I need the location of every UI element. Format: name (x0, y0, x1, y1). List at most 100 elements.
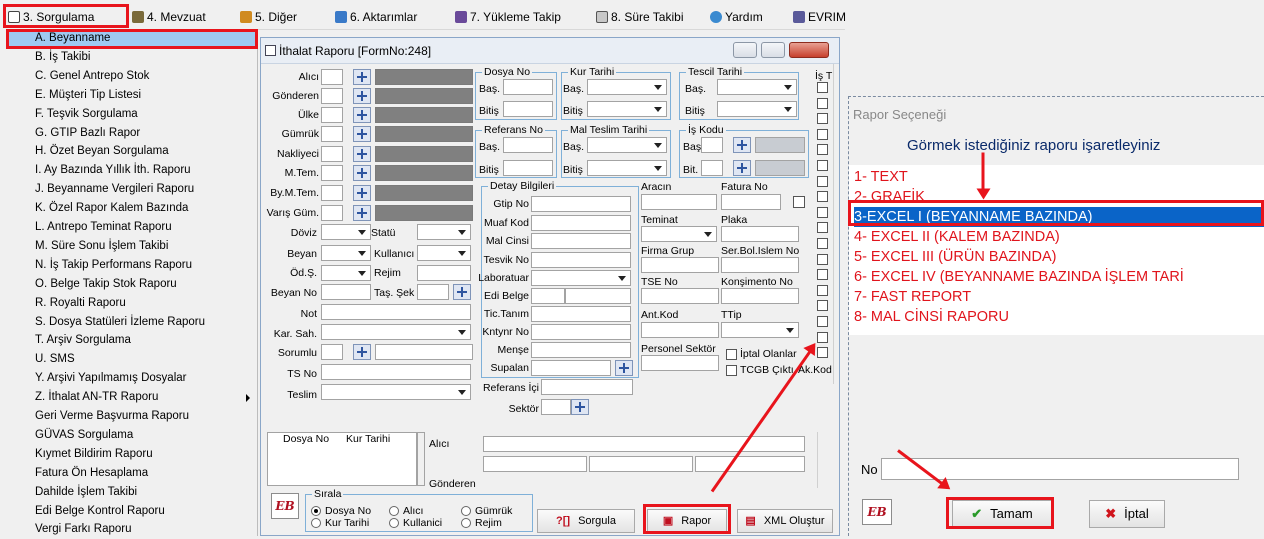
supalan-picker-icon[interactable] (615, 360, 633, 376)
kur-tarihi-bas-combo[interactable] (587, 79, 667, 95)
dropdown-item[interactable]: U. SMS (0, 350, 258, 369)
dropdown-item[interactable]: J. Beyanname Vergileri Raporu (0, 180, 258, 199)
dosya-no-bas-field[interactable] (503, 79, 553, 95)
tse-no-field[interactable] (641, 288, 719, 304)
dropdown-item[interactable]: A. Beyanname (8, 29, 258, 48)
report-option[interactable]: 1- TEXT (854, 167, 1264, 187)
tcgb-check[interactable] (726, 365, 737, 376)
sorgula-button[interactable]: ?[] Sorgula (537, 509, 635, 533)
is-t-check[interactable] (817, 300, 828, 312)
dropdown-item[interactable]: T. Arşiv Sorgulama (0, 331, 258, 350)
sort-radio[interactable] (461, 506, 471, 516)
lookup-code-field[interactable] (321, 88, 343, 104)
lookup-picker-icon[interactable] (353, 165, 371, 181)
dropdown-item[interactable]: Z. İthalat AN-TR Raporu (0, 388, 258, 407)
odsekli-combo[interactable] (321, 265, 371, 281)
lookup-code-field[interactable] (321, 126, 343, 142)
lookup-code-field[interactable] (321, 205, 343, 221)
lookup-code-field[interactable] (321, 165, 343, 181)
iptal-button[interactable]: ✖ İptal (1089, 500, 1165, 528)
lookup-code-field[interactable] (321, 185, 343, 201)
detay-field-0[interactable] (531, 196, 631, 212)
dropdown-item[interactable]: L. Antrepo Teminat Raporu (0, 218, 258, 237)
report-option[interactable]: 2- GRAFİK (854, 187, 1264, 207)
dropdown-item[interactable]: N. İş Takip Performans Raporu (0, 256, 258, 275)
detay-field-2[interactable] (531, 233, 631, 249)
edi-belge-field[interactable] (531, 288, 565, 304)
dropdown-item[interactable]: O. Belge Takip Stok Raporu (0, 275, 258, 294)
laboratuar-combo[interactable] (531, 270, 631, 286)
doviz-combo[interactable] (321, 224, 371, 240)
is-t-check[interactable] (817, 128, 828, 140)
referans-bitis-field[interactable] (503, 160, 553, 176)
beyan-combo[interactable] (321, 245, 371, 261)
aracin-field[interactable] (641, 194, 717, 210)
lookup-picker-icon[interactable] (353, 205, 371, 221)
lookup-picker-icon[interactable] (353, 107, 371, 123)
edi-belge-name-field[interactable] (565, 288, 631, 304)
detay-field-6[interactable] (531, 306, 631, 322)
is-t-check[interactable] (817, 316, 828, 327)
is-kodu-picker-icon[interactable] (733, 137, 751, 153)
dropdown-item[interactable]: I. Ay Bazında Yıllık İth. Raporu (0, 161, 258, 180)
is-t-check[interactable] (817, 191, 828, 203)
lookup-picker-icon[interactable] (353, 126, 371, 142)
tamam-button[interactable]: ✔ Tamam (952, 500, 1052, 528)
menu-sorgulama[interactable]: 3. Sorgulama (8, 9, 94, 25)
dropdown-item[interactable]: Geri Verme Başvurma Raporu (0, 407, 258, 426)
plaka-field[interactable] (721, 226, 799, 242)
dropdown-item[interactable]: R. Royalti Raporu (0, 294, 258, 313)
dropdown-item[interactable]: Vergi Farkı Raporu (0, 520, 258, 539)
is-t-check[interactable] (817, 160, 828, 171)
sort-radio[interactable] (461, 518, 471, 528)
detay-field-8[interactable] (531, 342, 631, 358)
is-t-check[interactable] (817, 238, 828, 249)
report-option[interactable]: 8- MAL CİNSİ RAPORU (854, 307, 1264, 327)
sorumlu-code-field[interactable] (321, 344, 343, 360)
tescil-bas-combo[interactable] (717, 79, 797, 95)
ser-bol-field[interactable] (721, 257, 799, 273)
report-option[interactable]: 5- EXCEL III (ÜRÜN BAZINDA) (854, 247, 1264, 267)
report-option[interactable]: 4- EXCEL II (KALEM BAZINDA) (854, 227, 1264, 247)
ant-kod-field[interactable] (641, 322, 719, 338)
xml-olustur-button[interactable]: ▤ XML Oluştur (737, 509, 833, 533)
fatura-check[interactable] (793, 196, 805, 208)
sort-radio[interactable] (389, 506, 399, 516)
dropdown-item[interactable]: M. Süre Sonu İşlem Takibi (0, 237, 258, 256)
menu-sure-takibi[interactable]: 8. Süre Takibi (596, 9, 684, 25)
sort-radio[interactable] (389, 518, 399, 528)
is-t-check[interactable] (817, 113, 828, 125)
sektor-picker-icon[interactable] (571, 399, 589, 415)
is-t-check[interactable] (817, 175, 828, 187)
report-option[interactable]: 3-EXCEL I (BEYANNAME BAZINDA) (854, 207, 1264, 227)
beyan-no-field[interactable] (321, 284, 371, 300)
is-t-check[interactable] (817, 269, 828, 281)
is-t-check[interactable] (817, 82, 828, 93)
sektor-field[interactable] (541, 399, 571, 415)
grid-vscroll[interactable] (817, 432, 831, 488)
mal-teslim-bas-combo[interactable] (587, 137, 667, 153)
dropdown-item[interactable]: Edi Belge Kontrol Raporu (0, 502, 258, 521)
ttip-combo[interactable] (721, 322, 799, 338)
mal-teslim-bitis-combo[interactable] (587, 160, 667, 176)
is-t-check[interactable] (817, 144, 828, 156)
teminat-combo[interactable] (641, 226, 717, 242)
tescil-bitis-combo[interactable] (717, 101, 797, 117)
lookup-picker-icon[interactable] (353, 185, 371, 201)
menu-diger[interactable]: 5. Diğer (240, 9, 297, 25)
menu-yukleme-takip[interactable]: 7. Yükleme Takip (455, 9, 561, 25)
sort-radio[interactable] (311, 518, 321, 528)
rapor-button[interactable]: ▣ Rapor (647, 509, 727, 533)
detay-field-7[interactable] (531, 324, 631, 340)
sort-radio[interactable] (311, 506, 321, 516)
lookup-picker-icon[interactable] (353, 69, 371, 85)
lookup-picker-icon[interactable] (353, 88, 371, 104)
dropdown-item[interactable]: Y. Arşivi Yapılmamış Dosyalar (0, 369, 258, 388)
sorumlu-picker-icon[interactable] (353, 344, 371, 360)
dropdown-item[interactable]: E. Müşteri Tip Listesi (0, 86, 258, 105)
dosya-no-bitis-field[interactable] (503, 101, 553, 117)
report-option[interactable]: 6- EXCEL IV (BEYANNAME BAZINDA İŞLEM TAR… (854, 267, 1264, 287)
dropdown-item[interactable]: F. Teşvik Sorgulama (0, 105, 258, 124)
is-kodu-bit-field[interactable] (701, 160, 723, 176)
dropdown-item[interactable]: B. İş Takibi (0, 48, 258, 67)
